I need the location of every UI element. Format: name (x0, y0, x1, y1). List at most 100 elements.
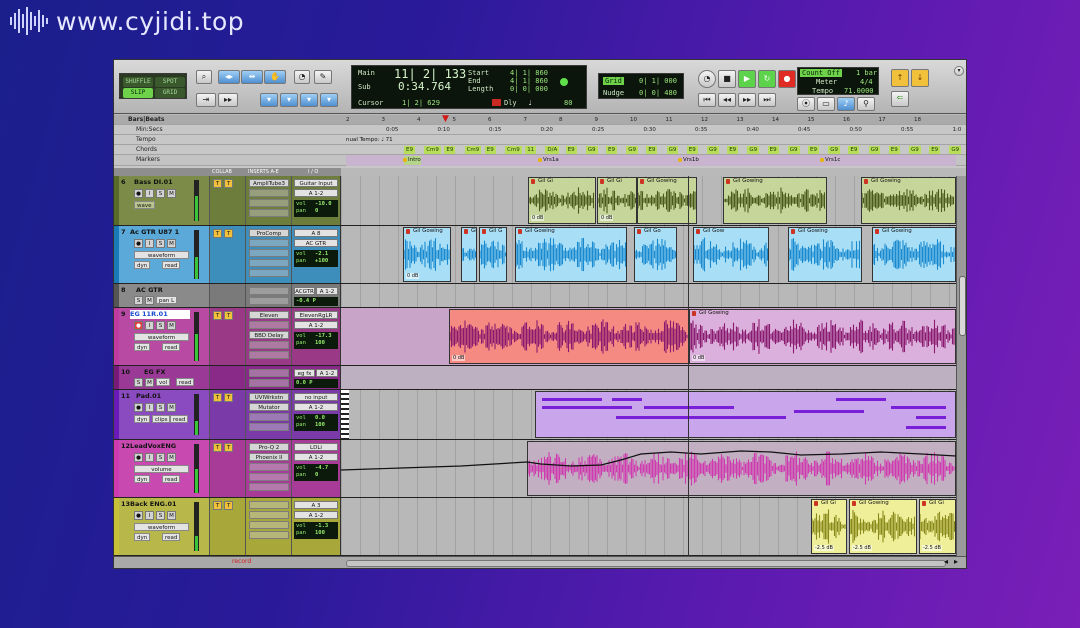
mute-button[interactable]: M (145, 296, 154, 305)
mode-toggle-1-icon[interactable]: ▾ (260, 93, 278, 107)
insert-slot-b[interactable] (249, 297, 289, 305)
track-name[interactable]: Bass DI.01 (134, 178, 214, 187)
chord-marker[interactable]: G9 (828, 146, 840, 154)
insert-slot-b[interactable] (249, 239, 289, 247)
audio-clip[interactable]: Gil Gowing (515, 227, 627, 282)
chord-marker[interactable]: E9 (929, 146, 941, 154)
vertical-scrollbar[interactable] (956, 176, 966, 556)
chord-marker[interactable]: G9 (787, 146, 800, 154)
track-view-selector[interactable]: wave (134, 201, 155, 209)
record-button-icon[interactable]: ● (778, 70, 796, 88)
insert-slot-d[interactable] (249, 531, 289, 539)
chords-ruler[interactable]: Chords E9 Cm9 E9 Cm9 E9 Cm9 11 D/A E9 G9 E9 G9 E9 G9 E… (114, 145, 966, 155)
track-view-selector[interactable]: volume (134, 465, 189, 473)
chord-marker[interactable]: E9 (444, 146, 456, 154)
dyn-selector[interactable]: dyn (134, 415, 151, 423)
insert-slot-c[interactable] (249, 249, 289, 257)
insert-slot-e[interactable] (249, 483, 289, 491)
read-mode-selector[interactable]: read (170, 415, 189, 423)
grid-label[interactable]: Grid (603, 77, 624, 85)
chord-marker[interactable]: D/A (545, 146, 560, 154)
collab-button-1[interactable]: T (213, 501, 222, 510)
mute-button[interactable]: M (167, 453, 176, 462)
mute-button[interactable]: M (145, 378, 154, 387)
go-left-arrow-icon[interactable]: ⇐ (891, 91, 909, 107)
output-selector[interactable]: A 1-2 (316, 287, 338, 295)
insert-slot-c[interactable] (249, 413, 289, 421)
output-selector[interactable]: A 1-2 (294, 511, 338, 519)
output-selector[interactable]: A 1-2 (294, 321, 338, 329)
insert-slot-c[interactable] (249, 521, 289, 529)
audio-clip[interactable]: Gil Gowing (788, 227, 862, 282)
input-monitor-button[interactable]: I (145, 239, 154, 248)
marker-vrs1a[interactable]: Vrs1a (538, 156, 559, 165)
chord-marker[interactable]: Cm9 (464, 146, 482, 154)
go-to-end-icon[interactable]: ⏭ (758, 93, 776, 107)
mode-toggle-3-icon[interactable]: ▾ (300, 93, 318, 107)
marker-vrs1c[interactable]: Vrs1c (819, 156, 840, 165)
fast-forward-icon[interactable]: ▸▸ (738, 93, 756, 107)
collab-button-2[interactable]: T (224, 501, 233, 510)
audio-clip[interactable]: Gil Gi 0 dB (528, 177, 596, 224)
midi-note[interactable] (836, 398, 886, 401)
nudge-value[interactable]: 0| 0| 480 (639, 89, 677, 97)
scroll-left-arrow-icon[interactable]: ◂ (944, 557, 948, 566)
collab-button-2[interactable]: T (224, 311, 233, 320)
midi-note[interactable] (644, 406, 734, 409)
audio-clip[interactable]: Gil Go (634, 227, 677, 282)
conductor-track-icon[interactable]: ♪ (837, 97, 855, 111)
chord-marker[interactable]: E9 (686, 146, 698, 154)
insert-slot-a[interactable]: Pro-Q 2 (249, 443, 289, 451)
count-off-toggle[interactable]: Count Off (800, 69, 842, 77)
audio-clip[interactable]: Gil Gowing (872, 227, 956, 282)
chord-marker[interactable]: Cm9 (505, 146, 522, 154)
collab-button-2[interactable]: T (224, 393, 233, 402)
midi-note[interactable] (612, 398, 642, 401)
output-selector[interactable]: A 1-2 (294, 453, 338, 461)
record-enable-button[interactable]: ● (134, 239, 143, 248)
midi-note[interactable] (891, 406, 946, 409)
insert-slot-a[interactable]: UVIWrkstn (249, 393, 289, 401)
volume-pan-display[interactable]: vol -4.7 pan 0 (294, 464, 338, 481)
solo-button[interactable]: S (156, 189, 165, 198)
midi-note[interactable] (542, 398, 602, 401)
horizontal-scrollbar[interactable] (346, 560, 946, 567)
record-enable-button[interactable]: ● (134, 321, 143, 330)
track-lane[interactable] (341, 440, 956, 497)
end-value[interactable]: 4| 1| 860 (510, 77, 548, 85)
insert-slot-c[interactable] (249, 463, 289, 471)
volume-pan-display[interactable]: vol -1.3 pan 100 (294, 522, 338, 539)
solo-button[interactable]: S (156, 321, 165, 330)
shuffle-mode-button[interactable]: SHUFFLE (123, 77, 153, 87)
dyn-selector[interactable]: dyn (134, 343, 151, 351)
stop-button-icon[interactable]: ■ (718, 70, 736, 88)
solo-button[interactable]: S (134, 378, 143, 387)
insert-slot-b[interactable] (249, 189, 289, 197)
mode-toggle-4-icon[interactable]: ▾ (320, 93, 338, 107)
solo-button[interactable]: S (156, 239, 165, 248)
sub-counter-value[interactable]: 0:34.764 (398, 80, 451, 93)
track-view-selector[interactable]: pan L (156, 296, 178, 304)
volume-pan-display[interactable]: vol 0.0 pan 100 (294, 414, 338, 431)
chord-marker[interactable]: G9 (949, 146, 962, 154)
chord-marker[interactable]: E9 (888, 146, 900, 154)
bars-beats-ruler[interactable]: Bars|Beats 2 3 4 5 6 7 8 9 10 11 12 13 14 15 16 17 18 (114, 115, 966, 125)
trim-tool-icon[interactable]: ◂▸ (218, 70, 240, 84)
collab-button-1[interactable]: T (213, 229, 222, 238)
track-lane[interactable] (341, 390, 956, 439)
track-view-selector[interactable]: clips (152, 415, 171, 423)
volume-automation-line[interactable] (341, 440, 956, 498)
spot-mode-button[interactable]: SPOT (155, 77, 185, 87)
collab-button-1[interactable]: T (213, 311, 222, 320)
mute-button[interactable]: M (167, 321, 176, 330)
track-lane[interactable] (341, 284, 956, 307)
track-lane[interactable]: 0 dB Gil Gowing 0 dB (341, 308, 956, 365)
mute-button[interactable]: M (167, 189, 176, 198)
input-monitor-button[interactable]: I (145, 511, 154, 520)
markers-ruler[interactable]: Markers Intro Vrs1a Vrs1b Vrs1c (114, 155, 966, 166)
collab-button-1[interactable]: T (213, 393, 222, 402)
audio-clip[interactable]: Gil G (461, 227, 477, 282)
audio-clip[interactable]: Gil Gowing 0 dB (403, 227, 451, 282)
input-selector[interactable]: eg fx (294, 369, 315, 377)
playhead-marker-icon[interactable]: ▼ (442, 115, 449, 124)
